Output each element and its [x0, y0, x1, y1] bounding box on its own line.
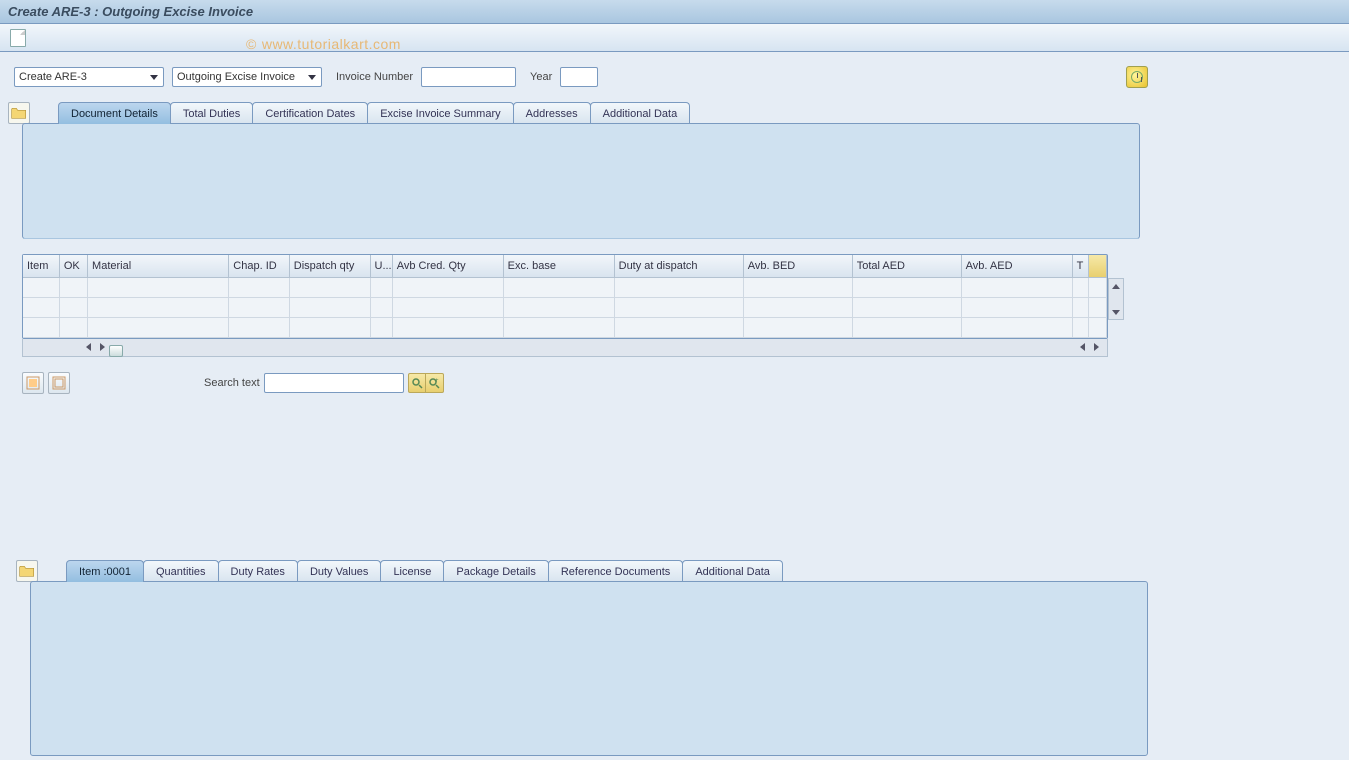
col-chap-id[interactable]: Chap. ID	[229, 255, 290, 277]
col-avb-cred-qty[interactable]: Avb Cred. Qty	[392, 255, 503, 277]
search-text-label: Search text	[204, 377, 260, 389]
tab-license[interactable]: License	[380, 560, 444, 582]
filter-bar: Create ARE-3 Outgoing Excise Invoice Inv…	[0, 52, 1349, 94]
tab-total-duties[interactable]: Total Duties	[170, 102, 253, 124]
col-unit[interactable]: U...	[370, 255, 392, 277]
scroll-down-icon[interactable]	[1109, 305, 1123, 319]
grid-config-icon[interactable]	[1088, 255, 1106, 277]
scroll-right-end-icon[interactable]	[1089, 343, 1103, 351]
col-t[interactable]: T	[1072, 255, 1088, 277]
deselect-all-icon[interactable]	[48, 372, 70, 394]
header-section: Document Details Total Duties Certificat…	[8, 102, 1341, 242]
search-text-input[interactable]	[264, 373, 404, 393]
tab-additional-data-item[interactable]: Additional Data	[682, 560, 783, 582]
grid-horizontal-scrollbar[interactable]	[22, 339, 1108, 357]
item-grid: Item OK Material Chap. ID Dispatch qty U…	[22, 254, 1108, 339]
title-bar: Create ARE-3 : Outgoing Excise Invoice	[0, 0, 1349, 24]
svg-text:+: +	[435, 378, 439, 384]
tab-certification-dates[interactable]: Certification Dates	[252, 102, 368, 124]
grid-header-row: Item OK Material Chap. ID Dispatch qty U…	[23, 255, 1107, 277]
item-section: Item :0001 Quantities Duty Rates Duty Va…	[16, 560, 1333, 760]
tab-excise-invoice-summary[interactable]: Excise Invoice Summary	[367, 102, 513, 124]
tab-duty-rates[interactable]: Duty Rates	[218, 560, 298, 582]
find-next-icon[interactable]: +	[426, 373, 444, 393]
find-icon[interactable]	[408, 373, 426, 393]
execute-clock-icon[interactable]	[1126, 66, 1148, 88]
doc-type-select-value: Outgoing Excise Invoice	[177, 71, 295, 83]
tab-addresses[interactable]: Addresses	[513, 102, 591, 124]
action-select[interactable]: Create ARE-3	[14, 67, 164, 87]
tab-item-0001[interactable]: Item :0001	[66, 560, 144, 582]
table-row[interactable]	[23, 297, 1107, 317]
scroll-left-icon[interactable]	[81, 343, 95, 351]
col-avb-aed[interactable]: Avb. AED	[961, 255, 1072, 277]
invoice-number-label: Invoice Number	[336, 71, 413, 83]
tab-duty-values[interactable]: Duty Values	[297, 560, 382, 582]
col-total-aed[interactable]: Total AED	[852, 255, 961, 277]
new-document-icon[interactable]	[10, 29, 26, 47]
table-row[interactable]	[23, 317, 1107, 337]
scroll-right-icon[interactable]	[95, 343, 109, 351]
grid-vertical-scrollbar[interactable]	[1108, 278, 1124, 320]
table-row[interactable]	[23, 277, 1107, 297]
grid-toolbar: Search text +	[22, 372, 444, 394]
header-tabs: Document Details Total Duties Certificat…	[44, 102, 689, 124]
year-input[interactable]	[560, 67, 598, 87]
col-exc-base[interactable]: Exc. base	[503, 255, 614, 277]
col-duty-at-dispatch[interactable]: Duty at dispatch	[614, 255, 743, 277]
item-panel	[30, 581, 1148, 756]
app-toolbar	[0, 24, 1349, 52]
col-dispatch-qty[interactable]: Dispatch qty	[289, 255, 370, 277]
doc-type-select[interactable]: Outgoing Excise Invoice	[172, 67, 322, 87]
select-all-icon[interactable]	[22, 372, 44, 394]
year-label: Year	[530, 71, 552, 83]
folder-icon	[19, 564, 35, 578]
expand-header-icon[interactable]	[8, 102, 30, 124]
tab-reference-documents[interactable]: Reference Documents	[548, 560, 683, 582]
folder-icon	[11, 106, 27, 120]
tab-additional-data-header[interactable]: Additional Data	[590, 102, 691, 124]
tab-quantities[interactable]: Quantities	[143, 560, 219, 582]
action-select-value: Create ARE-3	[19, 71, 87, 83]
col-avb-bed[interactable]: Avb. BED	[743, 255, 852, 277]
col-material[interactable]: Material	[88, 255, 229, 277]
tab-package-details[interactable]: Package Details	[443, 560, 549, 582]
invoice-number-input[interactable]	[421, 67, 516, 87]
expand-item-icon[interactable]	[16, 560, 38, 582]
scroll-left-end-icon[interactable]	[1075, 343, 1089, 351]
tab-document-details[interactable]: Document Details	[58, 102, 171, 124]
page-title: Create ARE-3 : Outgoing Excise Invoice	[8, 4, 253, 19]
header-panel	[22, 123, 1140, 239]
item-grid-wrap: Item OK Material Chap. ID Dispatch qty U…	[22, 254, 1108, 357]
scroll-up-icon[interactable]	[1109, 279, 1123, 293]
col-ok[interactable]: OK	[59, 255, 87, 277]
col-item[interactable]: Item	[23, 255, 59, 277]
item-tabs: Item :0001 Quantities Duty Rates Duty Va…	[52, 560, 782, 582]
